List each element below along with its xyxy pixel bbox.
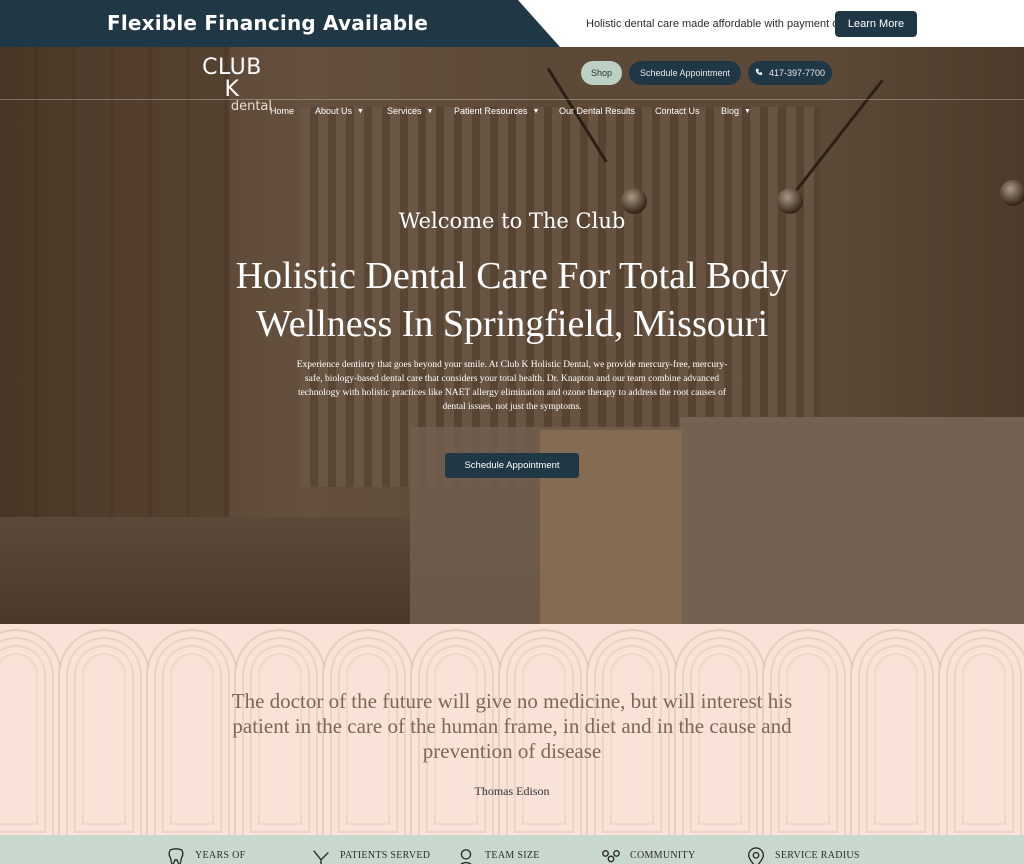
shop-button[interactable]: Shop <box>581 61 622 85</box>
arch-pattern <box>0 629 62 835</box>
arch-pattern <box>850 629 942 835</box>
nav-item-patient-resources[interactable]: Patient Resources ▼ <box>454 106 559 116</box>
stat-label: YEARS OF <box>195 850 246 861</box>
nav-item-services[interactable]: Services ▼ <box>387 106 454 116</box>
learn-more-button[interactable]: Learn More <box>835 11 917 37</box>
logo-main-text: CLUB K <box>202 55 262 102</box>
stat-label: SERVICE RADIUS <box>775 850 860 861</box>
stat-team: TEAM SIZE <box>455 849 540 864</box>
chevron-down-icon: ▼ <box>532 107 540 115</box>
phone-icon <box>755 68 763 78</box>
quote-section: The doctor of the future will give no me… <box>0 624 1024 835</box>
quote-author: Thomas Edison <box>474 784 550 798</box>
hero-title: Holistic Dental Care For Total Body Well… <box>235 255 789 345</box>
stat-radius: SERVICE RADIUS <box>745 847 860 864</box>
quote-text: The doctor of the future will give no me… <box>231 689 793 763</box>
nav-item-about-us[interactable]: About Us ▼ <box>315 106 387 116</box>
hero-section: CLUB K dental Shop Schedule Appointment … <box>0 47 1024 624</box>
nav-item-dental-results[interactable]: Our Dental Results <box>559 106 655 116</box>
dental-tool-icon <box>313 850 329 864</box>
stat-label: TEAM SIZE <box>485 850 540 861</box>
club-k-logo[interactable]: CLUB K dental <box>192 55 272 114</box>
stat-community: COMMUNITY <box>600 849 696 864</box>
nav-item-home[interactable]: Home <box>270 106 315 116</box>
chevron-down-icon: ▼ <box>357 107 364 115</box>
nav-label: Patient Resources <box>454 106 528 116</box>
chevron-down-icon: ▼ <box>426 107 434 115</box>
hero-eyebrow: Welcome to The Club <box>398 209 626 233</box>
stats-strip: YEARS OF PATIENTS SERVED TEAM SIZE COMMU… <box>0 835 1024 864</box>
banner-title: Flexible Financing Available <box>107 11 429 35</box>
stat-label: PATIENTS SERVED <box>340 850 431 861</box>
arch-pattern <box>58 629 150 835</box>
logo-sub-text: dental <box>230 99 272 114</box>
community-icon <box>602 849 620 863</box>
stat-label: COMMUNITY <box>630 850 696 861</box>
header-schedule-button[interactable]: Schedule Appointment <box>629 61 741 85</box>
nav-divider <box>0 99 1024 100</box>
stat-years: YEARS OF <box>165 848 246 864</box>
nav-label: Contact Us <box>655 106 700 116</box>
nav-label: Our Dental Results <box>559 106 636 116</box>
nav-label: Blog <box>721 106 740 116</box>
tooth-icon <box>168 848 184 864</box>
phone-button[interactable]: 417-397-7700 <box>748 61 832 85</box>
banner-tagline: Holistic dental care made affordable wit… <box>586 18 868 30</box>
chevron-down-icon: ▼ <box>744 107 751 115</box>
nav-label: About Us <box>315 106 353 116</box>
arch-pattern <box>938 629 1024 835</box>
financing-banner: Flexible Financing Available Holistic de… <box>0 0 1024 47</box>
hero-schedule-button[interactable]: Schedule Appointment <box>445 453 579 478</box>
stat-patients: PATIENTS SERVED <box>310 850 430 864</box>
nav-item-blog[interactable]: Blog ▼ <box>721 106 751 116</box>
phone-number: 417-397-7700 <box>768 68 826 78</box>
nav-item-contact-us[interactable]: Contact Us <box>655 106 721 116</box>
main-nav: Home About Us ▼ Services ▼ Patient Resourc… <box>270 106 751 116</box>
nav-label: Services <box>387 106 422 116</box>
hero-description: Experience dentistry that goes beyond yo… <box>296 360 728 412</box>
nav-label: Home <box>270 106 295 116</box>
person-icon <box>460 849 472 864</box>
location-icon <box>747 847 765 864</box>
